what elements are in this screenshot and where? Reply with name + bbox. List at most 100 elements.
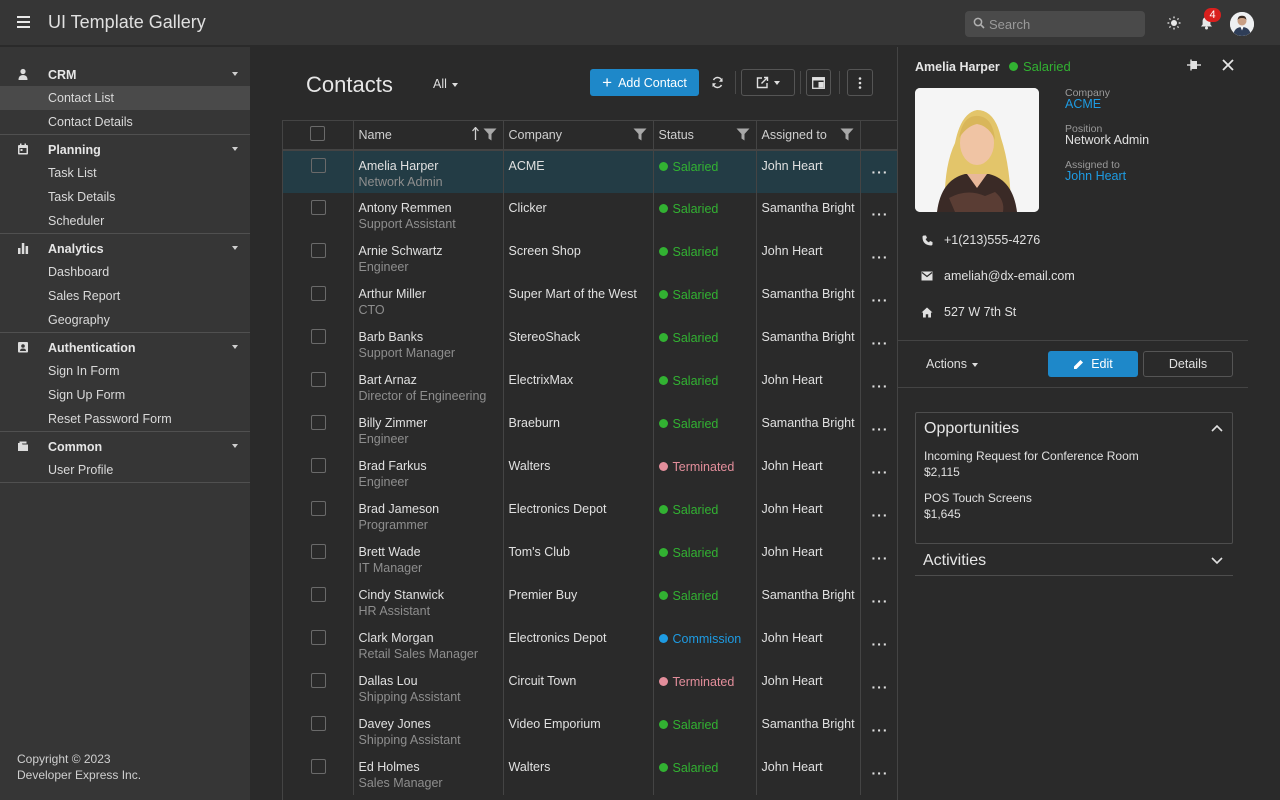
assigned-cell[interactable]: Samantha Bright — [756, 278, 861, 322]
row-checkbox[interactable] — [311, 629, 326, 645]
row-checkbox[interactable] — [311, 157, 326, 173]
table-row[interactable]: Arnie Schwartz Engineer Screen Shop Salarie… — [283, 235, 897, 279]
chevron-up-icon[interactable] — [1211, 424, 1223, 432]
company-cell[interactable]: Tom's Club — [503, 536, 654, 580]
table-row[interactable]: Antony Remmen Support Assistant Clicker Sal… — [283, 192, 897, 236]
table-row[interactable]: Amelia Harper Network Admin ACME Salaried Jo… — [283, 149, 897, 193]
name-cell[interactable]: Cindy Stanwick HR Assistant — [353, 579, 504, 623]
table-row[interactable]: Cindy Stanwick HR Assistant Premier Buy Sal… — [283, 579, 897, 623]
assigned-cell[interactable]: Samantha Bright — [756, 579, 861, 623]
row-checkbox[interactable] — [311, 500, 326, 516]
row-more-icon[interactable]: ··· — [872, 680, 889, 694]
status-cell[interactable]: Salaried — [653, 278, 757, 322]
filter-icon[interactable] — [483, 128, 497, 141]
assigned-cell[interactable]: Samantha Bright — [756, 321, 861, 365]
status-cell[interactable]: Salaried — [653, 536, 757, 580]
address-row[interactable]: 527 W 7th St — [920, 305, 1016, 319]
row-more-icon[interactable]: ··· — [872, 551, 889, 565]
sidebar-item-contact-list[interactable]: Contact List — [0, 86, 250, 110]
assigned-cell[interactable]: John Heart — [756, 450, 861, 494]
company-cell[interactable]: Video Emporium — [503, 708, 654, 752]
row-more-icon[interactable]: ··· — [872, 379, 889, 393]
name-cell[interactable]: Arthur Miller CTO — [353, 278, 504, 322]
row-checkbox[interactable] — [311, 672, 326, 688]
company-cell[interactable]: Braeburn — [503, 407, 654, 451]
row-checkbox[interactable] — [311, 586, 326, 602]
refresh-button[interactable] — [705, 69, 729, 96]
row-checkbox[interactable] — [311, 328, 326, 344]
nav-group-header-crm[interactable]: CRM — [0, 60, 250, 86]
row-more-icon[interactable]: ··· — [872, 637, 889, 651]
email-row[interactable]: ameliah@dx-email.com — [920, 269, 1075, 283]
table-row[interactable]: Barb Banks Support Manager StereoShack Sala… — [283, 321, 897, 365]
search-box[interactable] — [965, 11, 1145, 37]
filter-icon[interactable] — [633, 128, 647, 141]
company-cell[interactable]: ElectrixMax — [503, 364, 654, 408]
status-cell[interactable]: Salaried — [653, 579, 757, 623]
company-cell[interactable]: StereoShack — [503, 321, 654, 365]
column-header-company[interactable]: Company — [503, 120, 654, 151]
table-row[interactable]: Davey Jones Shipping Assistant Video Empor… — [283, 708, 897, 752]
name-cell[interactable]: Brett Wade IT Manager — [353, 536, 504, 580]
name-cell[interactable]: Davey Jones Shipping Assistant — [353, 708, 504, 752]
company-cell[interactable]: Clicker — [503, 192, 654, 236]
row-more-icon[interactable]: ··· — [872, 336, 889, 350]
phone-row[interactable]: +1(213)555-4276 — [920, 233, 1040, 247]
name-cell[interactable]: Arnie Schwartz Engineer — [353, 235, 504, 279]
assigned-cell[interactable]: John Heart — [756, 622, 861, 666]
close-panel-button[interactable] — [1221, 58, 1235, 75]
nav-group-header-authentication[interactable]: Authentication — [0, 333, 250, 359]
contact-filter-dropdown[interactable]: All — [433, 77, 458, 91]
status-cell[interactable]: Salaried — [653, 235, 757, 279]
assigned-cell[interactable]: Samantha Bright — [756, 407, 861, 451]
nav-group-header-analytics[interactable]: Analytics — [0, 234, 250, 260]
row-checkbox[interactable] — [311, 199, 326, 215]
name-cell[interactable]: Antony Remmen Support Assistant — [353, 192, 504, 236]
chevron-down-icon[interactable] — [1211, 557, 1223, 565]
table-row[interactable]: Ed Holmes Sales Manager Walters Salaried Joh… — [283, 751, 897, 795]
assigned-cell[interactable]: John Heart — [756, 536, 861, 580]
column-header-assigned-to[interactable]: Assigned to — [756, 120, 861, 151]
actions-dropdown[interactable]: Actions — [926, 357, 978, 371]
filter-icon[interactable] — [736, 128, 750, 141]
nav-group-header-planning[interactable]: Planning — [0, 135, 250, 161]
sidebar-item-contact-details[interactable]: Contact Details — [0, 110, 250, 134]
company-cell[interactable]: ACME — [503, 149, 654, 193]
opportunity-item[interactable]: POS Touch Screens $1,645 — [924, 490, 1032, 522]
sidebar-item-sign-up-form[interactable]: Sign Up Form — [0, 383, 250, 407]
status-cell[interactable]: Salaried — [653, 407, 757, 451]
status-cell[interactable]: Salaried — [653, 149, 757, 193]
column-chooser-button[interactable] — [806, 69, 831, 96]
company-cell[interactable]: Walters — [503, 450, 654, 494]
assigned-cell[interactable]: Samantha Bright — [756, 708, 861, 752]
user-avatar[interactable] — [1230, 12, 1254, 36]
opportunity-item[interactable]: Incoming Request for Conference Room $2,… — [924, 448, 1139, 480]
row-more-icon[interactable]: ··· — [872, 293, 889, 307]
status-cell[interactable]: Salaried — [653, 364, 757, 408]
row-checkbox[interactable] — [311, 414, 326, 430]
sidebar-item-task-details[interactable]: Task Details — [0, 185, 250, 209]
status-cell[interactable]: Salaried — [653, 493, 757, 537]
status-cell[interactable]: Salaried — [653, 321, 757, 365]
export-dropdown-button[interactable] — [741, 69, 795, 96]
assigned-cell[interactable]: John Heart — [756, 149, 861, 193]
sidebar-item-dashboard[interactable]: Dashboard — [0, 260, 250, 284]
sidebar-item-sign-in-form[interactable]: Sign In Form — [0, 359, 250, 383]
name-cell[interactable]: Ed Holmes Sales Manager — [353, 751, 504, 795]
row-checkbox[interactable] — [311, 715, 326, 731]
row-checkbox[interactable] — [311, 543, 326, 559]
name-cell[interactable]: Amelia Harper Network Admin — [353, 149, 504, 193]
assigned-cell[interactable]: John Heart — [756, 493, 861, 537]
name-cell[interactable]: Billy Zimmer Engineer — [353, 407, 504, 451]
company-cell[interactable]: Super Mart of the West — [503, 278, 654, 322]
more-options-button[interactable] — [847, 69, 873, 96]
status-cell[interactable]: Terminated — [653, 450, 757, 494]
company-cell[interactable]: Electronics Depot — [503, 493, 654, 537]
name-cell[interactable]: Dallas Lou Shipping Assistant — [353, 665, 504, 709]
name-cell[interactable]: Brad Farkus Engineer — [353, 450, 504, 494]
row-more-icon[interactable]: ··· — [872, 723, 889, 737]
sidebar-item-reset-password-form[interactable]: Reset Password Form — [0, 407, 250, 431]
select-all-checkbox[interactable] — [310, 125, 325, 141]
edit-button[interactable]: Edit — [1048, 351, 1138, 377]
pin-panel-button[interactable] — [1187, 59, 1201, 74]
